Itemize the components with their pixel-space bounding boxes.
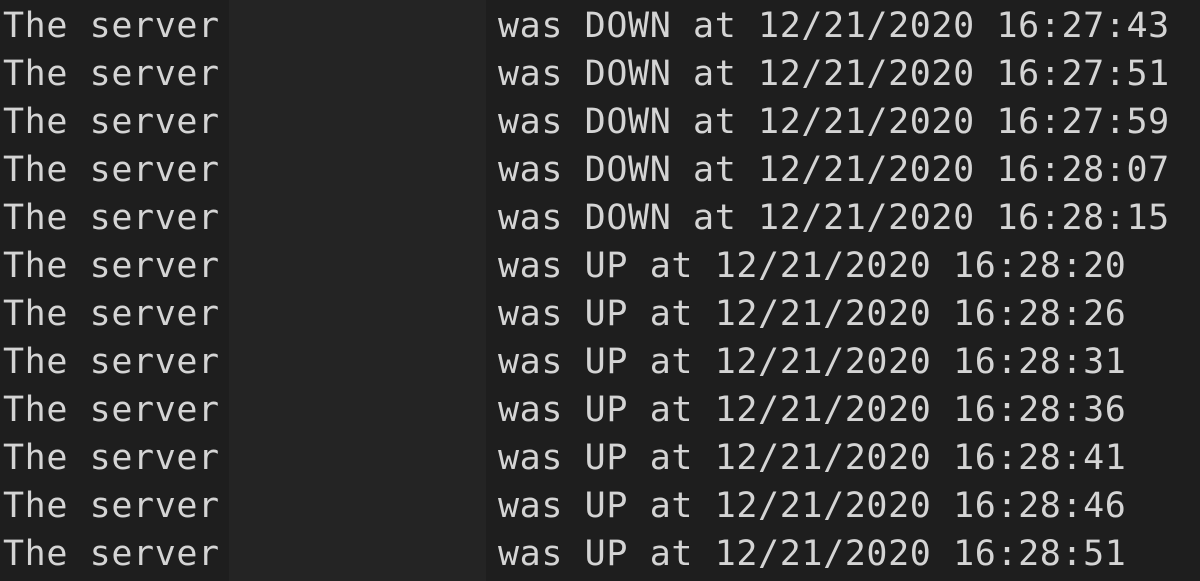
log-line-prefix: The server: [3, 6, 220, 46]
log-line-message: was DOWN at 12/21/2020 16:28:15: [498, 198, 1170, 238]
terminal-output: The server was DOWN at 12/21/2020 16:27:4…: [0, 0, 1200, 581]
log-line-message: was UP at 12/21/2020 16:28:31: [498, 342, 1127, 382]
log-line-prefix: The server: [3, 246, 220, 286]
log-line-prefix: The server: [3, 150, 220, 190]
log-line-prefix: The server: [3, 390, 220, 430]
log-line-message: was DOWN at 12/21/2020 16:27:59: [498, 102, 1170, 142]
log-line-message: was DOWN at 12/21/2020 16:27:51: [498, 54, 1170, 94]
log-line-prefix: The server: [3, 534, 220, 574]
redacted-server-name-block: [229, 0, 486, 581]
log-line-message: was UP at 12/21/2020 16:28:41: [498, 438, 1127, 478]
log-line-message: was DOWN at 12/21/2020 16:27:43: [498, 6, 1170, 46]
log-line-message: was UP at 12/21/2020 16:28:20: [498, 246, 1127, 286]
log-line-prefix: The server: [3, 438, 220, 478]
log-line-prefix: The server: [3, 102, 220, 142]
log-line-message: was UP at 12/21/2020 16:28:46: [498, 486, 1127, 526]
log-line-prefix: The server: [3, 54, 220, 94]
log-line-prefix: The server: [3, 294, 220, 334]
log-line-message: was UP at 12/21/2020 16:28:26: [498, 294, 1127, 334]
log-line-prefix: The server: [3, 198, 220, 238]
log-line-message: was UP at 12/21/2020 16:28:36: [498, 390, 1127, 430]
log-line-message: was DOWN at 12/21/2020 16:28:07: [498, 150, 1170, 190]
log-line-prefix: The server: [3, 486, 220, 526]
log-line-message: was UP at 12/21/2020 16:28:51: [498, 534, 1127, 574]
log-line-prefix: The server: [3, 342, 220, 382]
